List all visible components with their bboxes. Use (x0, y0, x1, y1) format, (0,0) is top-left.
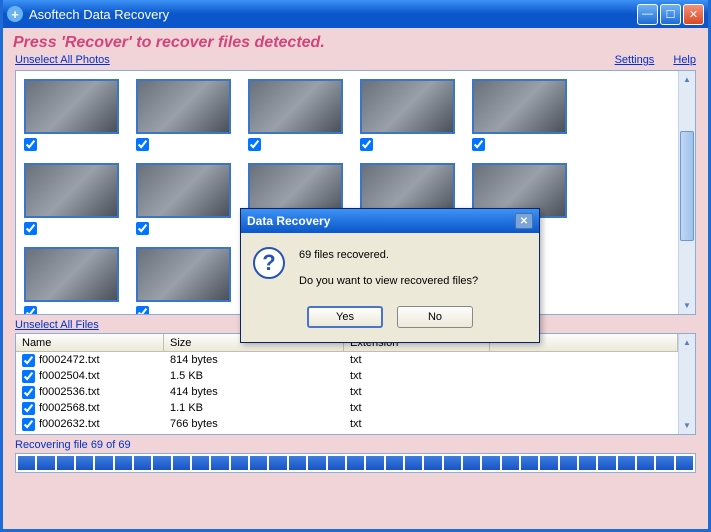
photo-item[interactable] (136, 163, 236, 235)
file-name: f0002536.txt (39, 386, 100, 398)
recovery-dialog: Data Recovery ✕ ? 69 files recovered. Do… (240, 208, 540, 343)
photo-thumbnail (136, 163, 231, 218)
photo-thumbnail (360, 79, 455, 134)
dialog-message-line1: 69 files recovered. (299, 247, 478, 265)
scrollbar-thumb[interactable] (680, 131, 694, 241)
table-row[interactable]: f0002632.txt 766 bytestxt (16, 416, 678, 432)
photo-thumbnail (136, 247, 231, 302)
photo-checkbox[interactable] (136, 138, 149, 151)
dialog-title: Data Recovery (247, 214, 515, 228)
photo-thumbnail (24, 247, 119, 302)
file-size: 766 bytes (164, 418, 344, 430)
file-checkbox[interactable] (22, 370, 35, 383)
dialog-close-button[interactable]: ✕ (515, 213, 533, 229)
photo-checkbox[interactable] (248, 138, 261, 151)
table-row[interactable]: f0002536.txt 414 bytestxt (16, 384, 678, 400)
settings-link[interactable]: Settings (615, 54, 655, 66)
status-text: Recovering file 69 of 69 (3, 435, 708, 453)
photo-checkbox[interactable] (360, 138, 373, 151)
photo-checkbox[interactable] (24, 222, 37, 235)
table-row[interactable]: f0002504.txt 1.5 KBtxt (16, 368, 678, 384)
file-extension: txt (344, 354, 490, 366)
photo-item[interactable] (24, 79, 124, 151)
photo-thumbnail (248, 79, 343, 134)
file-name: f0002632.txt (39, 418, 100, 430)
file-checkbox[interactable] (22, 402, 35, 415)
file-checkbox[interactable] (22, 418, 35, 431)
files-table-body: f0002472.txt814 bytestxtf0002504.txt1.5 … (16, 352, 678, 434)
close-button[interactable]: ✕ (683, 4, 704, 25)
help-link[interactable]: Help (673, 54, 696, 66)
table-row[interactable]: f0002472.txt 814 bytestxt (16, 352, 678, 368)
file-extension: txt (344, 418, 490, 430)
yes-button[interactable]: Yes (307, 306, 383, 328)
photo-checkbox[interactable] (136, 306, 149, 314)
scrollbar-up-arrow-icon[interactable]: ▲ (679, 71, 695, 88)
photo-thumbnail (24, 79, 119, 134)
app-icon: + (7, 6, 23, 22)
photos-scrollbar[interactable]: ▲ ▼ (678, 71, 695, 314)
links-row: Unselect All Photos Settings Help (3, 54, 708, 70)
photo-thumbnail (24, 163, 119, 218)
unselect-all-photos-link[interactable]: Unselect All Photos (15, 54, 110, 66)
photo-item[interactable] (24, 247, 124, 314)
file-size: 814 bytes (164, 354, 344, 366)
file-checkbox[interactable] (22, 386, 35, 399)
column-header-name[interactable]: Name (16, 334, 164, 351)
photo-checkbox[interactable] (24, 306, 37, 314)
file-extension: txt (344, 370, 490, 382)
file-size: 1.5 KB (164, 370, 344, 382)
file-extension: txt (344, 402, 490, 414)
photo-item[interactable] (136, 247, 236, 314)
question-icon: ? (253, 247, 285, 279)
minimize-button[interactable]: — (637, 4, 658, 25)
photo-item[interactable] (136, 79, 236, 151)
file-size: 1.1 KB (164, 402, 344, 414)
file-size: 414 bytes (164, 386, 344, 398)
scrollbar-down-arrow-icon[interactable]: ▼ (679, 297, 695, 314)
table-row[interactable]: f0002568.txt 1.1 KBtxt (16, 400, 678, 416)
scrollbar-up-arrow-icon[interactable]: ▲ (679, 334, 695, 351)
instruction-text: Press 'Recover' to recover files detecte… (3, 28, 708, 54)
titlebar: + Asoftech Data Recovery — ☐ ✕ (3, 0, 708, 28)
file-name: f0002504.txt (39, 370, 100, 382)
photo-checkbox[interactable] (136, 222, 149, 235)
photo-item[interactable] (24, 163, 124, 235)
photo-item[interactable] (472, 79, 572, 151)
window-title: Asoftech Data Recovery (29, 7, 635, 22)
photo-checkbox[interactable] (24, 138, 37, 151)
files-scrollbar[interactable]: ▲ ▼ (678, 334, 695, 434)
progress-bar (15, 453, 696, 473)
dialog-message-line2: Do you want to view recovered files? (299, 273, 478, 291)
photo-item[interactable] (248, 79, 348, 151)
photo-checkbox[interactable] (472, 138, 485, 151)
files-panel: Name Size Extension f0002472.txt814 byte… (15, 333, 696, 435)
file-extension: txt (344, 386, 490, 398)
file-name: f0002568.txt (39, 402, 100, 414)
maximize-button[interactable]: ☐ (660, 4, 681, 25)
photo-thumbnail (472, 79, 567, 134)
file-checkbox[interactable] (22, 354, 35, 367)
unselect-all-files-link[interactable]: Unselect All Files (15, 319, 99, 331)
dialog-titlebar: Data Recovery ✕ (241, 209, 539, 233)
scrollbar-down-arrow-icon[interactable]: ▼ (679, 417, 695, 434)
photo-item[interactable] (360, 79, 460, 151)
photo-thumbnail (136, 79, 231, 134)
no-button[interactable]: No (397, 306, 473, 328)
file-name: f0002472.txt (39, 354, 100, 366)
